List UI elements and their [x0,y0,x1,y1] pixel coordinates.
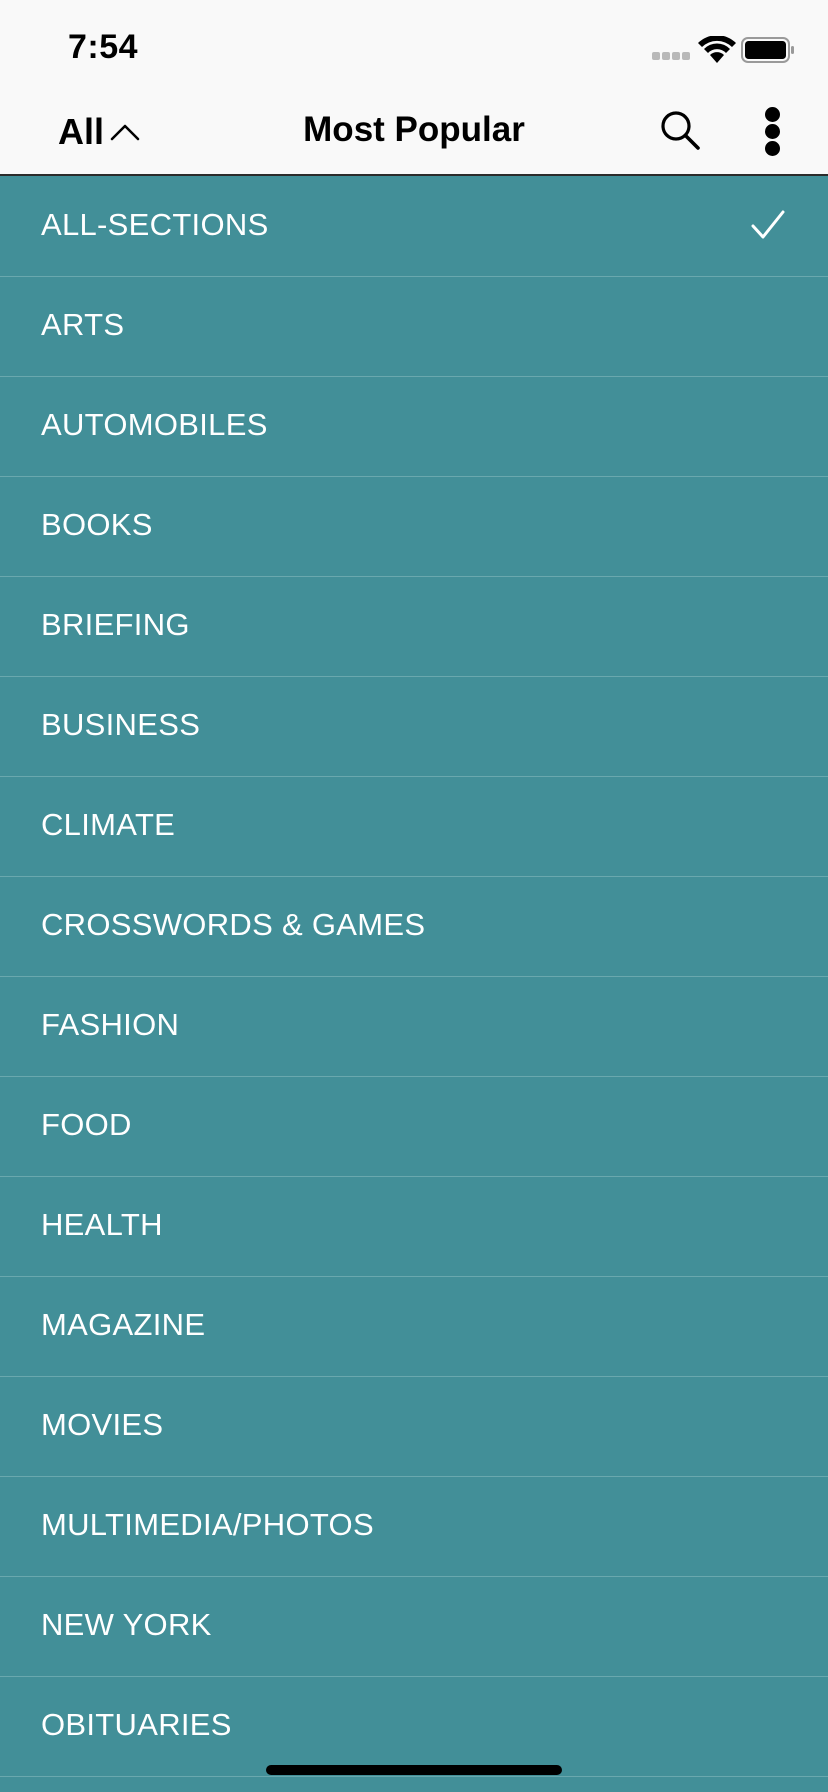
section-list-item[interactable]: HEALTH [0,1177,828,1277]
status-time: 7:54 [68,28,139,66]
section-list-item-label: MAGAZINE [41,1307,206,1342]
more-vertical-icon [765,107,780,122]
section-list-item[interactable]: BOOKS [0,477,828,577]
section-list: ALL-SECTIONS ARTS AUTOMOBILES BOOKS BRIEFING… [0,177,828,1792]
section-list-item-label: ALL-SECTIONS [41,207,269,242]
section-list-item[interactable]: MULTIMEDIA/PHOTOS [0,1477,828,1577]
more-vertical-icon-dot [765,141,780,156]
section-list-item[interactable]: BRIEFING [0,577,828,677]
wifi-icon [698,36,736,63]
search-icon[interactable] [658,108,702,152]
section-list-item-label: ARTS [41,307,125,342]
section-list-item-label: BRIEFING [41,607,190,642]
section-list-item-label: OBITUARIES [41,1707,232,1742]
section-list-item-label: FASHION [41,1007,180,1042]
page-title: Most Popular [303,110,525,149]
more-options-button[interactable] [757,96,787,166]
section-list-item-label: CROSSWORDS & GAMES [41,907,426,942]
more-vertical-icon-dot [765,124,780,139]
section-list-item[interactable]: ARTS [0,277,828,377]
section-list-item[interactable]: NEW YORK [0,1577,828,1677]
section-list-item[interactable] [0,1777,828,1792]
section-list-item[interactable]: CROSSWORDS & GAMES [0,877,828,977]
section-list-item[interactable]: MAGAZINE [0,1277,828,1377]
home-indicator [266,1765,562,1775]
section-list-item-label: FOOD [41,1107,132,1142]
section-list-item[interactable]: MOVIES [0,1377,828,1477]
section-list-item-label: NEW YORK [41,1607,212,1642]
screen: 7:54 All Most Popular ALL-SECTIONS ARTS … [0,0,828,1792]
section-list-item-label: MULTIMEDIA/PHOTOS [41,1507,374,1542]
nav-bar: All Most Popular [0,88,828,176]
section-list-item[interactable]: OBITUARIES [0,1677,828,1777]
cellular-signal-icon [652,52,690,62]
section-list-item-label: HEALTH [41,1207,163,1242]
section-list-item[interactable]: FOOD [0,1077,828,1177]
section-list-item[interactable]: FASHION [0,977,828,1077]
section-list-item-label: MOVIES [41,1407,164,1442]
section-list-item-label: AUTOMOBILES [41,407,268,442]
section-list-item-label: BOOKS [41,507,153,542]
section-list-item[interactable]: CLIMATE [0,777,828,877]
section-list-item[interactable]: AUTOMOBILES [0,377,828,477]
section-list-item[interactable]: ALL-SECTIONS [0,177,828,277]
section-list-item-label: CLIMATE [41,807,176,842]
status-bar: 7:54 [0,0,828,88]
battery-icon [741,37,794,63]
section-list-item-label: BUSINESS [41,707,201,742]
section-list-item[interactable]: BUSINESS [0,677,828,777]
checkmark-icon [751,210,785,239]
